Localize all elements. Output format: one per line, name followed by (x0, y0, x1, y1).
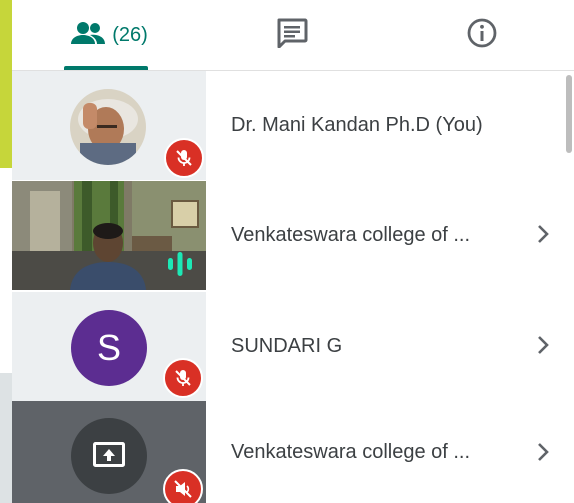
mic-off-icon (175, 370, 191, 386)
participant-tile: S (12, 292, 206, 401)
presentation-avatar (71, 418, 147, 494)
mic-muted-badge (163, 469, 203, 503)
chevron-right-icon[interactable] (532, 223, 554, 245)
people-icon (70, 21, 106, 50)
chevron-right-icon[interactable] (532, 441, 554, 463)
participant-name: Dr. Mani Kandan Ph.D (You) (231, 114, 483, 136)
participant-name: Venkateswara college of ... (231, 440, 471, 463)
chat-icon (276, 18, 308, 53)
panel-tabs: (26) (12, 0, 574, 70)
people-count: (26) (112, 23, 148, 46)
participant-tile (12, 401, 206, 503)
avatar (70, 89, 146, 165)
scrollbar[interactable] (566, 75, 572, 153)
tab-chat[interactable] (257, 0, 327, 70)
mic-muted-badge (163, 358, 203, 398)
participant-name: Venkateswara college of ... (231, 224, 471, 246)
mic-off-icon (176, 150, 192, 166)
participant-row[interactable]: Venkateswara college of ... (12, 401, 574, 503)
present-screen-icon (93, 442, 125, 467)
avatar: S (71, 310, 147, 386)
participant-video-tile (12, 181, 206, 290)
tab-info[interactable] (447, 0, 517, 70)
edge-gray (0, 373, 12, 503)
edge-accent-green (0, 0, 12, 168)
participant-row[interactable]: S SUNDARI G (12, 292, 574, 401)
mic-muted-badge (164, 138, 204, 178)
participants-list: Dr. Mani Kandan Ph.D (You) Venkateswara … (12, 71, 574, 503)
participant-name: SUNDARI G (231, 335, 343, 357)
info-icon (466, 17, 498, 54)
tab-people[interactable]: (26) (64, 0, 154, 70)
participant-row[interactable]: Venkateswara college of ... (12, 181, 574, 290)
volume-off-icon (174, 480, 192, 498)
speaking-indicator-icon (167, 250, 193, 278)
edge-light (0, 168, 12, 373)
left-edge-strip (0, 0, 12, 503)
participant-row[interactable]: Dr. Mani Kandan Ph.D (You) (12, 71, 574, 180)
participant-tile (12, 71, 206, 180)
chevron-right-icon[interactable] (532, 334, 554, 356)
